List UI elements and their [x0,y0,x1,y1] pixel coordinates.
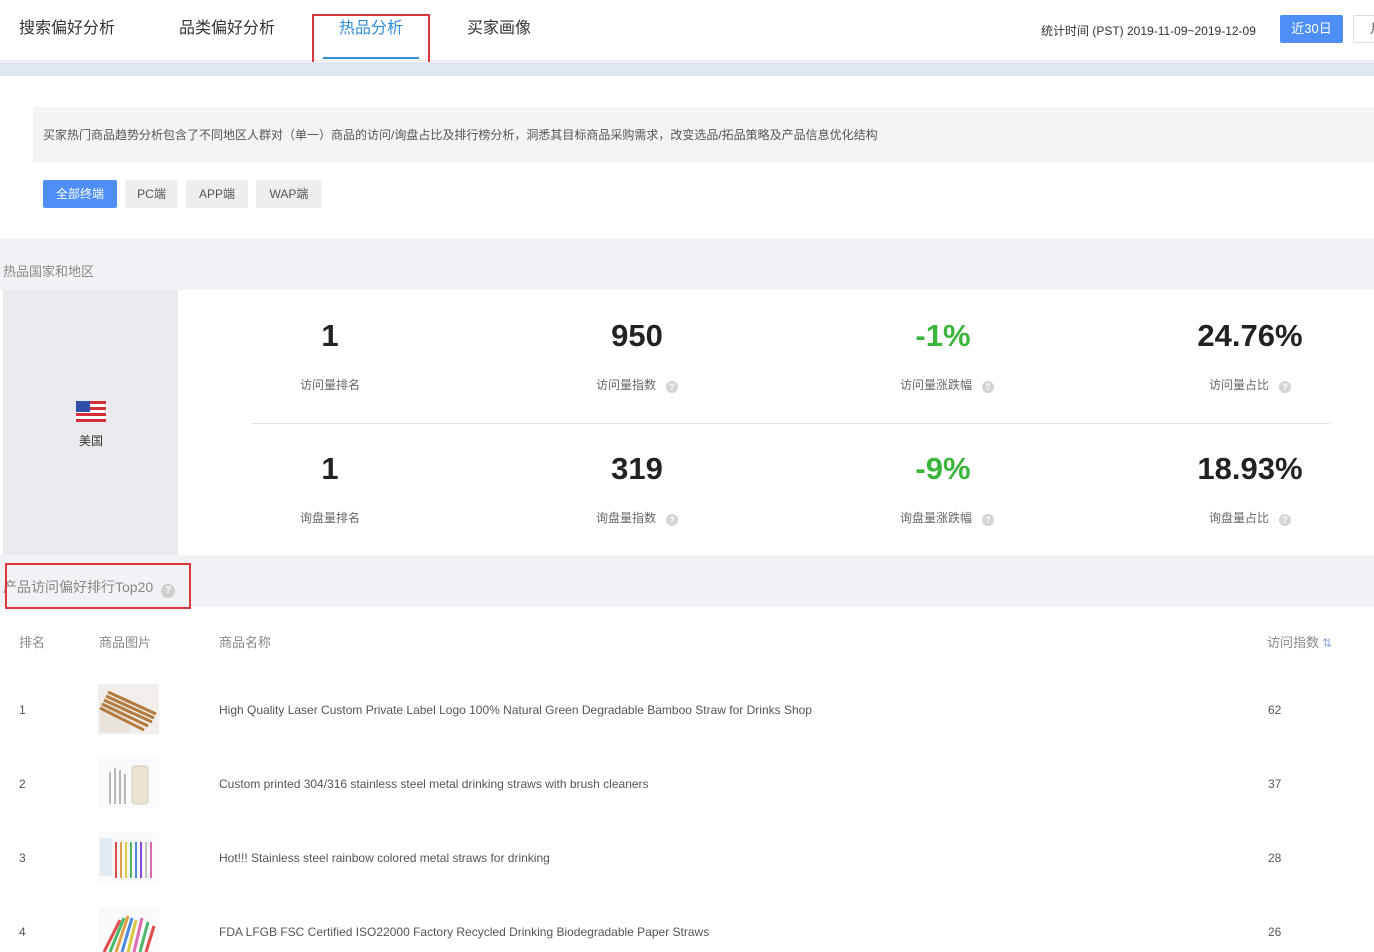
stat-time-range: 统计时间 (PST) 2019-11-09~2019-12-09 [1041,24,1256,38]
top20-header-bg [0,555,1374,607]
bamboo-straw-thumbnail-icon[interactable] [98,684,159,734]
visit-share-label: 访问量占比? [1150,376,1350,393]
row-visit-index: 37 [1268,777,1282,791]
visit-index-value: 950 [611,318,663,353]
filter-wap[interactable]: WAP端 [256,180,322,208]
visit-rank-label: 访问量排名 [299,378,360,392]
column-header-visit-index[interactable]: 访问指数 ⇅ [1267,632,1332,651]
tab-search-preference[interactable]: 搜索偏好分析 [19,0,115,61]
rainbow-straw-thumbnail-icon[interactable] [98,832,159,882]
help-icon[interactable]: ? [1279,381,1291,393]
country-card [3,290,178,555]
table-row[interactable]: 3 Hot!!! Stainless steel rainbow colored… [0,822,1374,896]
last-30-days-button[interactable]: 近30日 [1280,15,1343,43]
column-header-name: 商品名称 [219,635,272,650]
metrics-divider [252,423,1330,424]
column-header-image: 商品图片 [99,635,152,650]
analysis-description: 买家热门商品趋势分析包含了不同地区人群对（单一）商品的访问/询盘占比及排行榜分析… [33,107,1374,163]
inquiry-share-value: 18.93% [1197,451,1303,486]
help-icon[interactable]: ? [666,514,678,526]
inquiry-rank-label: 询盘量排名 [299,511,360,525]
visit-index-label: 访问量指数? [537,376,737,393]
inquiry-rank-value: 1 [321,451,339,486]
filter-app[interactable]: APP端 [186,180,248,208]
row-rank: 1 [19,703,26,717]
tab-category-preference[interactable]: 品类偏好分析 [179,0,275,61]
visit-rank-value: 1 [321,318,339,353]
table-row[interactable]: 4 FDA LFGB FSC Certified ISO22000 Factor… [0,896,1374,952]
help-icon[interactable]: ? [982,381,994,393]
inquiry-change-value: -9% [915,451,971,486]
steel-straw-thumbnail-icon[interactable] [98,758,159,808]
column-header-rank: 排名 [19,635,46,650]
row-visit-index: 28 [1268,851,1282,865]
filter-pc[interactable]: PC端 [125,180,178,208]
tab-buyer-profile[interactable]: 买家画像 [467,0,531,61]
sort-icon[interactable]: ⇅ [1322,636,1332,650]
country-name: 美国 [78,434,103,448]
row-rank: 3 [19,851,26,865]
visit-change-value: -1% [915,318,971,353]
help-icon[interactable]: ? [982,514,994,526]
inquiry-change-label: 询盘量涨跌幅? [847,509,1047,526]
row-product-name[interactable]: High Quality Laser Custom Private Label … [219,703,812,717]
filter-all-terminals[interactable]: 全部终端 [43,180,117,208]
visit-change-label: 访问量涨跌幅? [847,376,1047,393]
highlight-box-active-tab [312,14,430,65]
paper-straw-thumbnail-icon[interactable] [98,906,159,952]
table-row[interactable]: 2 Custom printed 304/316 stainless steel… [0,748,1374,822]
row-visit-index: 62 [1268,703,1282,717]
visit-share-value: 24.76% [1197,318,1303,353]
inquiry-index-value: 319 [611,451,663,486]
inquiry-index-label: 询盘量指数? [537,509,737,526]
row-visit-index: 26 [1268,925,1282,939]
row-rank: 2 [19,777,26,791]
row-product-name[interactable]: Hot!!! Stainless steel rainbow colored m… [219,851,550,865]
top-tab-bar: 搜索偏好分析 品类偏好分析 热品分析 买家画像 统计时间 (PST) 2019-… [0,0,1374,61]
help-icon[interactable]: ? [666,381,678,393]
hot-section-title: 热品国家和地区 [3,264,95,279]
inquiry-share-label: 询盘量占比? [1150,509,1350,526]
month-button[interactable]: 月 [1353,15,1374,43]
help-icon[interactable]: ? [1279,514,1291,526]
table-row[interactable]: 1 High Quality Laser Custom Private Labe… [0,674,1374,748]
row-rank: 4 [19,925,26,939]
row-product-name[interactable]: FDA LFGB FSC Certified ISO22000 Factory … [219,925,709,939]
hot-section-header-bg [0,238,1374,290]
us-flag-icon [76,401,106,422]
header-divider-band [0,62,1374,76]
row-product-name[interactable]: Custom printed 304/316 stainless steel m… [219,777,649,791]
highlight-box-top20 [5,563,191,609]
